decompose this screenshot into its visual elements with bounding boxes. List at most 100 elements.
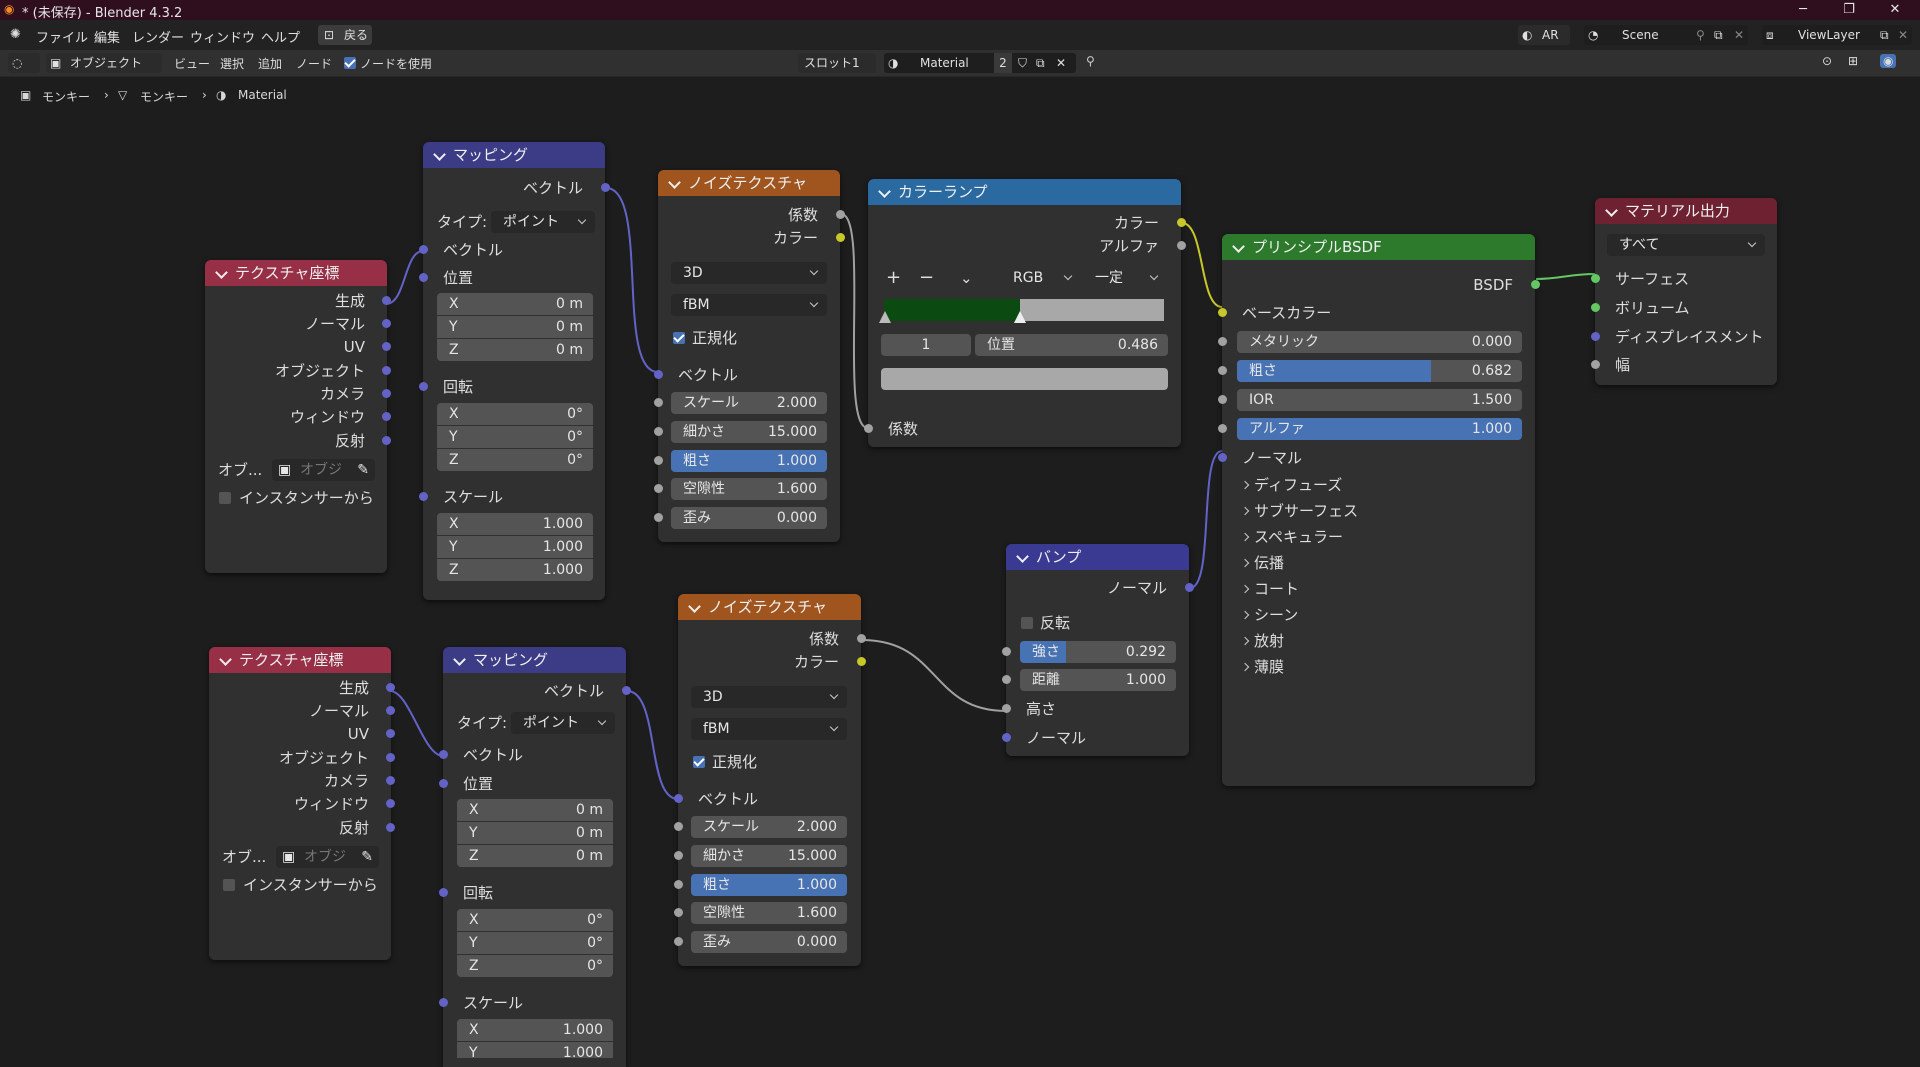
scale-field[interactable]: スケール 2.000 xyxy=(671,392,827,414)
scale-y[interactable]: Y 1.000 xyxy=(457,1042,613,1058)
node-header[interactable]: ノイズテクスチャ xyxy=(678,594,861,620)
socket[interactable] xyxy=(386,823,395,832)
close-button[interactable]: ✕ xyxy=(1872,0,1918,20)
socket[interactable] xyxy=(1218,337,1227,346)
rotation-z[interactable]: Z 0° xyxy=(437,449,593,471)
socket[interactable] xyxy=(674,908,683,917)
node-header[interactable]: ノイズテクスチャ xyxy=(658,170,840,196)
new-viewlayer-icon[interactable]: ⧉ xyxy=(1880,25,1889,45)
menu-window[interactable]: ウィンドウ xyxy=(190,27,255,46)
socket[interactable] xyxy=(674,851,683,860)
distance-field[interactable]: 距離 1.000 xyxy=(1020,669,1176,691)
snap-icon[interactable]: ⊞ xyxy=(1848,54,1858,68)
menu-select[interactable]: 選択 xyxy=(220,55,244,72)
noise-type-dropdown[interactable]: fBM xyxy=(691,718,847,740)
location-z[interactable]: Z0 m xyxy=(437,339,593,361)
node-material-output[interactable]: マテリアル出力 すべて サーフェス ボリューム ディスプレイスメント 幅 xyxy=(1591,198,1777,385)
socket[interactable] xyxy=(654,484,663,493)
panel-coat[interactable]: コート xyxy=(1254,578,1299,600)
socket[interactable] xyxy=(382,296,391,305)
distortion-field[interactable]: 歪み 0.000 xyxy=(691,931,847,953)
node-header[interactable]: マッピング xyxy=(423,142,605,168)
color-mode-dropdown[interactable]: RGB xyxy=(1001,267,1081,289)
node-mapping-2[interactable]: マッピング ベクトル タイプ: ポイント ベクトル 位置 X0 m Y0 m Z… xyxy=(439,647,631,1067)
blender-menu-icon[interactable]: ✺ xyxy=(10,27,21,42)
normalize-checkbox[interactable] xyxy=(693,756,705,768)
fake-user-icon[interactable]: ⛉ xyxy=(1018,53,1027,73)
socket[interactable] xyxy=(386,683,395,692)
socket[interactable] xyxy=(386,776,395,785)
panel-diffuse[interactable]: ディフューズ xyxy=(1254,474,1342,496)
noise-type-dropdown[interactable]: fBM xyxy=(671,294,827,316)
roughness-slider[interactable]: 粗さ 1.000 xyxy=(691,874,847,896)
back-button[interactable]: ⊡ 戻る xyxy=(318,25,372,45)
location-x[interactable]: X0 m xyxy=(457,799,613,821)
location-x[interactable]: X0 m xyxy=(437,293,593,315)
eyedropper-icon[interactable]: ✎ xyxy=(357,459,369,481)
object-field[interactable]: ▣ オブジ ✎ xyxy=(272,459,375,481)
from-instancer-checkbox[interactable] xyxy=(223,879,235,891)
dimensions-dropdown[interactable]: 3D xyxy=(691,686,847,708)
rotation-y[interactable]: Y 0° xyxy=(437,426,593,448)
socket[interactable] xyxy=(382,319,391,328)
socket[interactable] xyxy=(674,880,683,889)
panel-transmission[interactable]: 伝播 xyxy=(1254,552,1284,574)
socket[interactable] xyxy=(1002,675,1011,684)
dimensions-dropdown[interactable]: 3D xyxy=(671,262,827,284)
socket[interactable] xyxy=(1177,241,1186,250)
socket[interactable] xyxy=(674,937,683,946)
menu-file[interactable]: ファイル xyxy=(36,27,88,46)
overlay-icon[interactable]: ⊙ xyxy=(1822,54,1832,68)
scale-field[interactable]: スケール 2.000 xyxy=(691,816,847,838)
object-type-selector[interactable]: ▣ オブジェクト xyxy=(46,53,162,73)
invert-checkbox[interactable] xyxy=(1021,617,1033,629)
node-principled-bsdf[interactable]: プリンシプルBSDF BSDF ベースカラー メタリック 0.000 粗さ 0.68… xyxy=(1218,234,1540,786)
roughness-slider[interactable]: 粗さ 0.682 xyxy=(1237,360,1522,382)
location-y[interactable]: Y0 m xyxy=(457,822,613,844)
type-dropdown[interactable]: ポイント xyxy=(491,211,595,233)
node-header[interactable]: テクスチャ座標 xyxy=(209,647,391,673)
delete-viewlayer-icon[interactable]: ✕ xyxy=(1898,25,1908,45)
viewlayer-selector[interactable]: ⧈ ViewLayer ⧉ ✕ xyxy=(1762,25,1912,45)
socket[interactable] xyxy=(654,427,663,436)
lacunarity-field[interactable]: 空隙性 1.600 xyxy=(671,478,827,500)
color-ramp-bar[interactable] xyxy=(879,299,1164,323)
from-instancer-checkbox[interactable] xyxy=(219,492,231,504)
rotation-z[interactable]: Z 0° xyxy=(457,955,613,977)
socket[interactable] xyxy=(836,233,845,242)
minimize-button[interactable]: ─ xyxy=(1780,0,1826,20)
metallic-slider[interactable]: メタリック 0.000 xyxy=(1237,331,1522,353)
node-header[interactable]: プリンシプルBSDF xyxy=(1222,234,1535,260)
socket[interactable] xyxy=(836,210,845,219)
menu-add[interactable]: 追加 xyxy=(258,55,282,72)
socket[interactable] xyxy=(382,436,391,445)
scale-x[interactable]: X 1.000 xyxy=(457,1019,613,1041)
stop-index-field[interactable]: 1 xyxy=(881,334,971,356)
node-bump[interactable]: バンプ ノーマル 反転 強さ 0.292 距離 1.000 高さ ノーマル xyxy=(1002,544,1194,756)
strength-slider[interactable]: 強さ 0.292 xyxy=(1020,641,1176,663)
socket[interactable] xyxy=(1218,366,1227,375)
node-noise-texture-2[interactable]: ノイズテクスチャ 係数 カラー 3D fBM 正規化 ベクトル スケール 2.00… xyxy=(674,594,866,966)
socket[interactable] xyxy=(857,657,866,666)
node-header[interactable]: テクスチャ座標 xyxy=(205,260,387,286)
node-header[interactable]: マテリアル出力 xyxy=(1595,198,1777,224)
socket[interactable] xyxy=(674,822,683,831)
interpolation-dropdown[interactable]: 一定 xyxy=(1083,267,1167,289)
socket[interactable] xyxy=(386,729,395,738)
socket[interactable] xyxy=(386,753,395,762)
roughness-slider[interactable]: 粗さ 1.000 xyxy=(671,450,827,472)
rotation-x[interactable]: X 0° xyxy=(437,403,593,425)
rotation-y[interactable]: Y 0° xyxy=(457,932,613,954)
lacunarity-field[interactable]: 空隙性 1.600 xyxy=(691,902,847,924)
socket[interactable] xyxy=(654,513,663,522)
node-header[interactable]: カラーランプ xyxy=(868,179,1181,205)
socket[interactable] xyxy=(1177,218,1186,227)
socket[interactable] xyxy=(382,412,391,421)
node-texture-coordinate-2[interactable]: テクスチャ座標 生成 ノーマル UV オブジェクト カメラ ウィンドウ 反射 オ… xyxy=(209,647,395,960)
menu-node[interactable]: ノード xyxy=(296,55,332,72)
menu-render[interactable]: レンダー xyxy=(132,27,184,46)
stop-color-swatch[interactable] xyxy=(881,368,1168,390)
menu-help[interactable]: ヘルプ xyxy=(261,27,300,46)
new-scene-icon[interactable]: ⧉ xyxy=(1714,25,1723,45)
socket[interactable] xyxy=(382,389,391,398)
